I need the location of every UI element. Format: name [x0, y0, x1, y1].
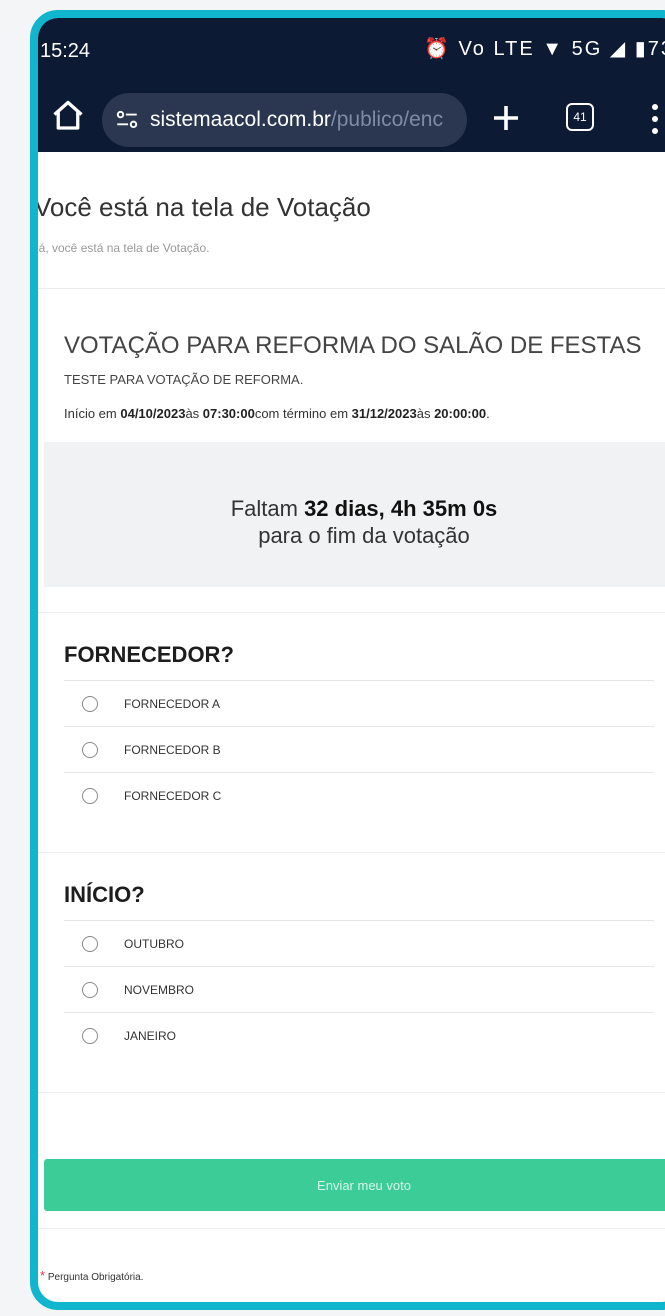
option-row[interactable]: NOVEMBRO — [64, 966, 654, 1012]
option-row[interactable]: OUTUBRO — [64, 920, 654, 966]
divider — [38, 1228, 665, 1229]
countdown-remaining: Faltam 32 dias, 4h 35m 0s — [44, 496, 665, 522]
url-domain: sistemaacol.com.br — [150, 108, 331, 131]
required-note-text: Pergunta Obrigatória. — [47, 1272, 144, 1283]
url-bar[interactable]: sistemaacol.com.br/publico/enc — [102, 93, 467, 147]
radio-button[interactable] — [82, 981, 98, 998]
countdown-suffix: para o fim da votação — [258, 523, 470, 548]
option-label: FORNECEDOR C — [124, 788, 222, 803]
option-row[interactable]: FORNECEDOR B — [64, 726, 654, 772]
divider — [38, 1092, 665, 1093]
tab-count: 41 — [573, 110, 587, 124]
countdown-prefix: Faltam — [230, 496, 305, 521]
option-row[interactable]: JANEIRO — [64, 1012, 654, 1058]
option-row[interactable]: FORNECEDOR A — [64, 680, 654, 726]
tab-switcher-button[interactable]: 41 — [566, 103, 594, 131]
period-end-date: 31/12/2023 — [351, 406, 417, 421]
option-label: FORNECEDOR B — [124, 742, 221, 757]
submit-vote-button[interactable]: Enviar meu voto — [44, 1159, 665, 1211]
question-title: INÍCIO? — [64, 882, 145, 907]
page-title: Você está na tela de Votação — [34, 192, 371, 222]
radio-button[interactable] — [82, 695, 98, 712]
period-end-time: 20:00:00 — [434, 406, 487, 421]
option-label: FORNECEDOR A — [124, 696, 221, 711]
option-row[interactable]: FORNECEDOR C — [64, 772, 654, 818]
period-end-suffix: . — [486, 406, 490, 421]
option-label: NOVEMBRO — [124, 982, 195, 997]
radio-button[interactable] — [82, 935, 98, 952]
voting-period: Início em 04/10/2023às 07:30:00com térmi… — [64, 406, 490, 421]
option-label: JANEIRO — [124, 1028, 177, 1043]
page-subtitle: lá, você está na tela de Votação. — [36, 241, 210, 255]
divider — [38, 612, 665, 613]
status-icons: ⏰ Vo LTE ▼ 5G ◢ ▮73 — [424, 38, 665, 60]
required-note: * Pergunta Obrigatória. — [40, 1268, 143, 1283]
period-at-label: às — [185, 406, 203, 421]
period-start-prefix: Início em — [64, 406, 121, 421]
divider — [38, 852, 665, 853]
site-settings-icon[interactable] — [114, 107, 140, 133]
question-title: FORNECEDOR? — [64, 642, 234, 667]
radio-button[interactable] — [82, 787, 98, 804]
status-time: 15:24 — [40, 40, 91, 62]
voting-title: VOTAÇÃO PARA REFORMA DO SALÃO DE FESTAS — [64, 332, 642, 359]
url-path: /publico/enc — [330, 108, 443, 131]
voting-description: TESTE PARA VOTAÇÃO DE REFORMA. — [64, 372, 304, 387]
radio-button[interactable] — [82, 1027, 98, 1044]
option-label: OUTUBRO — [124, 936, 184, 951]
phone-frame: 15:24 ⏰ Vo LTE ▼ 5G ◢ ▮73 sistemaacol.co… — [30, 10, 665, 1310]
countdown-value: 32 dias, 4h 35m 0s — [304, 496, 498, 521]
status-bar: 15:24 ⏰ Vo LTE ▼ 5G ◢ ▮73 — [38, 18, 665, 88]
radio-button[interactable] — [82, 741, 98, 758]
new-tab-icon[interactable] — [488, 100, 524, 136]
countdown-box: Faltam 32 dias, 4h 35m 0s para o fim da … — [44, 442, 665, 587]
home-icon[interactable] — [50, 98, 86, 134]
period-at-label: às — [416, 406, 435, 421]
more-menu-icon[interactable] — [650, 102, 660, 136]
period-start-date: 04/10/2023 — [120, 406, 186, 421]
required-star: * — [40, 1268, 46, 1283]
divider — [38, 288, 665, 289]
period-start-time: 07:30:00 — [202, 406, 255, 421]
period-end-prefix: com término em — [254, 406, 352, 421]
browser-toolbar: sistemaacol.com.br/publico/enc 41 — [38, 88, 665, 152]
